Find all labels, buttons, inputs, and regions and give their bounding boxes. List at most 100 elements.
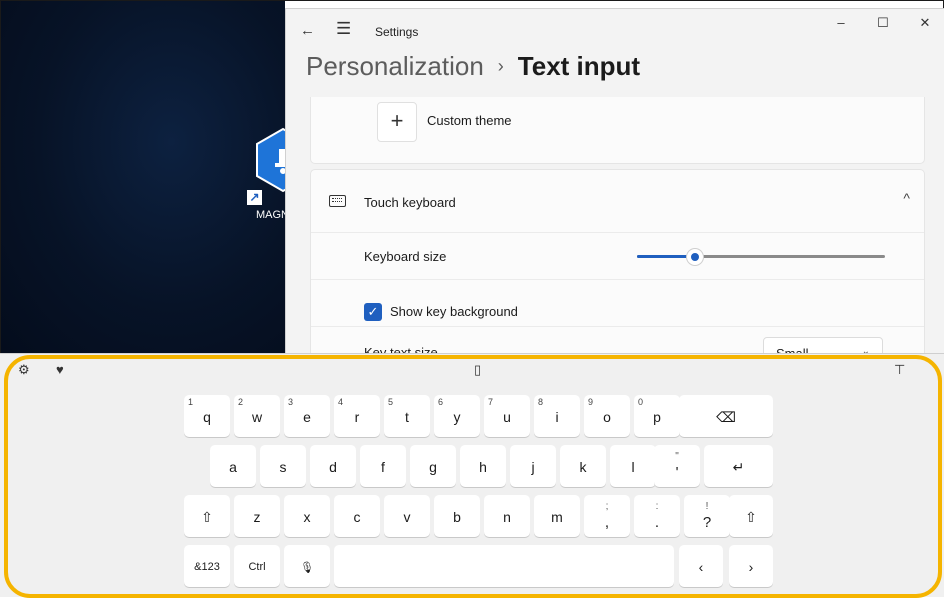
key-label: t <box>405 409 409 425</box>
right-arrow-key[interactable]: › <box>729 545 773 587</box>
key-label: r <box>354 409 360 425</box>
key-label: q <box>203 409 211 425</box>
title-bar: ← ☰ Settings – ☐ ✕ <box>286 9 944 53</box>
key-f[interactable]: f <box>360 445 406 487</box>
key-e[interactable]: 3e <box>284 395 330 437</box>
key-number-hint: 8 <box>538 397 544 407</box>
space-key[interactable] <box>334 545 674 587</box>
key-label: y <box>453 409 461 425</box>
punctuation-key[interactable]: !? <box>684 495 730 537</box>
key-label: w <box>251 409 263 425</box>
touch-keyboard-header[interactable]: Touch keyboard ^ <box>311 170 924 233</box>
key-label: l <box>631 459 635 475</box>
settings-gear-icon[interactable]: ⚙ <box>18 362 30 378</box>
key-label: ⌫ <box>716 409 736 425</box>
key-a[interactable]: a <box>210 445 256 487</box>
back-arrow-icon[interactable]: ← <box>300 22 315 39</box>
clipboard-icon[interactable]: ▯ <box>474 362 481 378</box>
key-d[interactable]: d <box>310 445 356 487</box>
add-custom-theme-button[interactable]: + <box>377 102 417 142</box>
key-o[interactable]: 9o <box>584 395 630 437</box>
dock-keyboard-icon[interactable]: ⊤ <box>894 362 905 378</box>
key-u[interactable]: 7u <box>484 395 530 437</box>
maximize-button[interactable]: ☐ <box>872 15 894 31</box>
backspace-key[interactable]: ⌫ <box>679 395 773 437</box>
shift-key-left[interactable]: ⇧ <box>184 495 230 537</box>
emoji-heart-icon[interactable]: ♥ <box>56 362 64 377</box>
key-label: k <box>579 459 587 475</box>
key-q[interactable]: 1q <box>184 395 230 437</box>
punctuation-key[interactable]: :. <box>634 495 680 537</box>
touch-keyboard-panel: ⚙ ♥ ▯ ⊤ 1 q 2 w 3 e 4 r 5 t 6 y 7 u 8 i 9 o 0 p ⌫ a s d f g h j k l " '… <box>0 353 944 597</box>
breadcrumb: Personalization › Text input <box>306 51 640 82</box>
key-v[interactable]: v <box>384 495 430 537</box>
show-key-background-checkbox[interactable]: ✓ <box>364 303 382 321</box>
show-key-background-label[interactable]: Show key background <box>390 304 518 319</box>
key-i[interactable]: 8i <box>534 395 580 437</box>
key-c[interactable]: c <box>334 495 380 537</box>
key-s[interactable]: s <box>260 445 306 487</box>
close-button[interactable]: ✕ <box>914 15 936 31</box>
key-y[interactable]: 6y <box>434 395 480 437</box>
app-hexagon-icon[interactable] <box>255 127 285 193</box>
key-label: a <box>229 459 237 475</box>
window-title: Settings <box>375 25 419 39</box>
enter-key[interactable]: ↵ <box>704 445 773 487</box>
key-label: j <box>531 459 535 475</box>
quote-key[interactable]: " ' <box>654 445 700 487</box>
page-title: Text input <box>517 51 641 81</box>
key-h[interactable]: h <box>460 445 506 487</box>
key-w[interactable]: 2w <box>234 395 280 437</box>
key-z[interactable]: z <box>234 495 280 537</box>
key-label: ‹ <box>698 559 704 575</box>
key-label: g <box>429 459 437 475</box>
key-label: h <box>479 459 487 475</box>
key-k[interactable]: k <box>560 445 606 487</box>
key-number-hint: 7 <box>488 397 494 407</box>
shift-key-right[interactable]: ⇧ <box>729 495 773 537</box>
key-symbol: , <box>604 514 610 531</box>
key-m[interactable]: m <box>534 495 580 537</box>
custom-theme-label[interactable]: Custom theme <box>427 113 512 128</box>
custom-theme-card: + Custom theme <box>310 97 925 164</box>
keyboard-size-slider[interactable] <box>637 248 885 266</box>
chevron-up-icon[interactable]: ^ <box>903 190 910 206</box>
slider-thumb[interactable] <box>686 248 705 266</box>
key-j[interactable]: j <box>510 445 556 487</box>
key-label: u <box>503 409 511 425</box>
left-arrow-key[interactable]: ‹ <box>679 545 723 587</box>
key-x[interactable]: x <box>284 495 330 537</box>
touch-keyboard-label: Touch keyboard <box>364 195 456 210</box>
numbers-key[interactable]: &123 <box>184 545 230 587</box>
key-l[interactable]: l <box>610 445 656 487</box>
ctrl-key[interactable]: Ctrl <box>234 545 280 587</box>
punctuation-key[interactable]: ;, <box>584 495 630 537</box>
key-text-size-dropdown[interactable]: Small ⌄ <box>763 337 883 354</box>
key-label: f <box>381 459 385 475</box>
microphone-key[interactable]: 🎙 <box>284 545 330 587</box>
key-label: i <box>555 409 559 425</box>
hamburger-menu-icon[interactable]: ☰ <box>336 19 351 39</box>
key-shift-symbol: ; <box>605 501 609 512</box>
key-label: &123 <box>194 561 220 573</box>
key-r[interactable]: 4r <box>334 395 380 437</box>
minimize-button[interactable]: – <box>830 15 852 30</box>
key-n[interactable]: n <box>484 495 530 537</box>
key-label: › <box>748 559 754 575</box>
key-g[interactable]: g <box>410 445 456 487</box>
key-t[interactable]: 5t <box>384 395 430 437</box>
desktop-background <box>1 1 285 353</box>
key-label: n <box>503 509 511 525</box>
key-label: z <box>253 509 261 525</box>
key-number-hint: 6 <box>438 397 444 407</box>
key-p[interactable]: 0p <box>634 395 680 437</box>
key-label: 🎙 <box>300 562 314 574</box>
key-label: ⇧ <box>745 509 757 525</box>
key-b[interactable]: b <box>434 495 480 537</box>
key-label: x <box>303 509 311 525</box>
key-label: v <box>403 509 411 525</box>
key-number-hint: 5 <box>388 397 394 407</box>
breadcrumb-personalization[interactable]: Personalization <box>306 51 484 81</box>
key-number-hint: 0 <box>638 397 644 407</box>
keyboard-size-label: Keyboard size <box>364 249 447 264</box>
